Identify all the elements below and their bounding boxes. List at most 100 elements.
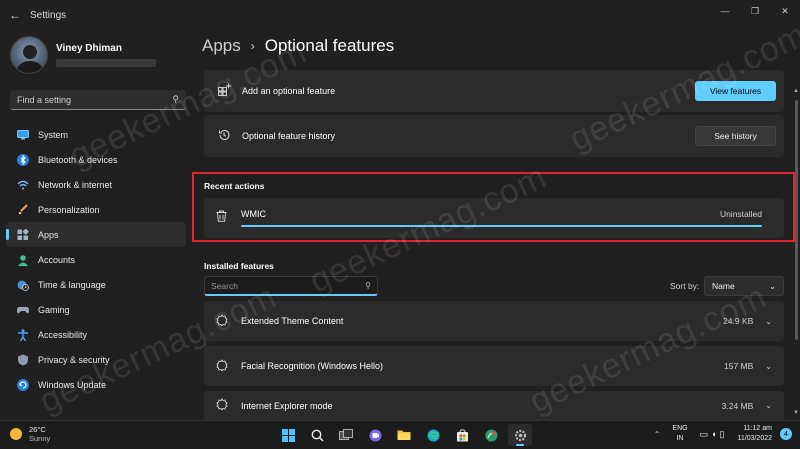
puzzle-gear-icon <box>216 398 232 413</box>
sort-by-dropdown[interactable]: Name ⌄ <box>704 276 784 296</box>
sidebar-item-personalization[interactable]: Personalization <box>6 197 186 222</box>
add-apps-icon <box>216 83 232 99</box>
sidebar-item-network[interactable]: Network & internet <box>6 172 186 197</box>
sidebar-item-apps[interactable]: Apps <box>6 222 186 247</box>
recent-action-name: WMIC <box>241 209 266 219</box>
add-optional-feature-label: Add an optional feature <box>242 86 336 96</box>
weather-widget[interactable]: 26°C Sunny <box>10 425 50 443</box>
task-view-icon[interactable] <box>334 424 358 446</box>
breadcrumb-parent[interactable]: Apps <box>202 36 241 56</box>
shield-icon <box>16 353 30 367</box>
page-title: Optional features <box>264 36 395 55</box>
sidebar-item-time-language[interactable]: Time & language <box>6 272 186 297</box>
installed-feature-row[interactable]: Facial Recognition (Windows Hello) 157 M… <box>204 346 784 386</box>
settings-search-box[interactable]: ⚲ <box>10 90 186 110</box>
maximize-icon[interactable]: ❐ <box>740 0 770 22</box>
sidebar-item-gaming[interactable]: Gaming <box>6 297 186 322</box>
progress-bar-fill <box>241 225 762 227</box>
search-icon[interactable]: ⚲ <box>172 94 179 105</box>
feature-name: Extended Theme Content <box>241 316 344 326</box>
system-tray: ⌃ ENG IN ▭◖▯ 11:12 am 11/03/2022 4 <box>654 424 792 444</box>
file-explorer-icon[interactable] <box>392 424 416 446</box>
teams-chat-icon[interactable] <box>363 424 387 446</box>
windows-start-icon[interactable] <box>276 424 300 446</box>
microsoft-store-icon[interactable] <box>450 424 474 446</box>
sidebar-item-system[interactable]: System <box>6 122 186 147</box>
sidebar-item-privacy-security[interactable]: Privacy & security <box>6 347 186 372</box>
sidebar-item-accounts[interactable]: Accounts <box>6 247 186 272</box>
window-controls: — ❐ ✕ <box>710 0 800 22</box>
optional-feature-history-card: Optional feature history See history <box>204 115 784 157</box>
sidebar-item-windows-update[interactable]: Windows Update <box>6 372 186 397</box>
monitor-icon <box>16 128 30 142</box>
chevron-down-icon[interactable]: ⌄ <box>765 317 772 326</box>
sun-icon <box>10 428 22 440</box>
feature-name: Internet Explorer mode <box>241 400 333 411</box>
notification-badge[interactable]: 4 <box>780 428 792 440</box>
breadcrumb: Apps › Optional features <box>202 36 394 56</box>
sidebar-nav: System Bluetooth & devices Network & int… <box>6 122 186 397</box>
language-indicator[interactable]: ENG IN <box>672 424 687 444</box>
settings-gear-icon[interactable] <box>508 424 532 446</box>
installed-feature-row[interactable]: Internet Explorer mode 3.24 MB ⌄ <box>204 391 784 420</box>
title-bar: ← Settings — ❐ ✕ <box>0 0 800 30</box>
sidebar-item-accessibility[interactable]: Accessibility <box>6 322 186 347</box>
profile-email-redacted <box>56 59 156 67</box>
edge-browser-icon[interactable] <box>421 424 445 446</box>
maps-icon[interactable] <box>479 424 503 446</box>
taskbar-apps <box>276 424 537 446</box>
taskbar: 26°C Sunny ⌃ ENG IN ▭◖▯ 11:12 am 11/03/2… <box>0 420 800 449</box>
user-profile[interactable]: Viney Dhiman <box>10 36 156 74</box>
scrollbar[interactable] <box>795 100 798 340</box>
sidebar-item-label: Personalization <box>38 204 100 215</box>
wifi-icon <box>16 178 30 192</box>
person-icon <box>16 253 30 267</box>
weather-description: Sunny <box>29 434 51 443</box>
installed-features-search-box[interactable]: ⚲ <box>204 276 378 296</box>
sidebar-item-label: Apps <box>38 229 59 240</box>
sort-by-label: Sort by: <box>670 281 700 291</box>
taskbar-search-icon[interactable] <box>305 424 329 446</box>
add-optional-feature-card: Add an optional feature View features <box>204 70 784 112</box>
chevron-up-icon[interactable]: ⌃ <box>654 430 661 439</box>
progress-bar <box>241 225 762 227</box>
minimize-icon[interactable]: — <box>710 0 740 22</box>
scroll-up-arrow-icon[interactable]: ▲ <box>793 88 799 94</box>
sort-by-value: Name <box>712 281 735 291</box>
installed-feature-row[interactable]: Extended Theme Content 24.9 KB ⌄ <box>204 301 784 341</box>
see-history-button[interactable]: See history <box>695 126 776 146</box>
search-icon: ⚲ <box>365 281 371 290</box>
bluetooth-icon <box>16 153 30 167</box>
sidebar-item-bluetooth[interactable]: Bluetooth & devices <box>6 147 186 172</box>
recent-action-status: Uninstalled <box>719 209 762 219</box>
recent-action-row: WMIC Uninstalled <box>204 198 784 238</box>
chevron-down-icon[interactable]: ⌄ <box>765 362 772 371</box>
close-icon[interactable]: ✕ <box>770 0 800 22</box>
installed-features-search-input[interactable] <box>211 280 351 291</box>
update-icon <box>16 378 30 392</box>
chevron-right-icon: › <box>250 39 255 53</box>
weather-temperature: 26°C <box>29 425 46 434</box>
language-code: ENG <box>672 425 688 432</box>
clock[interactable]: 11:12 am 11/03/2022 <box>737 424 772 444</box>
back-arrow-icon[interactable]: ← <box>0 8 30 22</box>
puzzle-gear-icon <box>216 313 232 329</box>
profile-name: Viney Dhiman <box>56 43 122 54</box>
view-features-button[interactable]: View features <box>695 81 776 101</box>
settings-search-input[interactable] <box>17 94 157 105</box>
scroll-down-arrow-icon[interactable]: ▼ <box>793 410 799 416</box>
gamepad-icon <box>16 303 30 317</box>
sidebar-item-label: System <box>38 129 69 140</box>
globe-clock-icon <box>16 278 30 292</box>
feature-size: 3.24 MB <box>721 400 754 411</box>
sidebar-item-label: Bluetooth & devices <box>38 154 118 165</box>
clock-date: 11/03/2022 <box>737 435 772 442</box>
network-volume-battery-icons[interactable]: ▭◖▯ <box>700 429 728 440</box>
sidebar: Viney Dhiman ⚲ System Bluetooth & device… <box>0 30 192 420</box>
feature-size: 157 MB <box>724 361 754 371</box>
sidebar-item-label: Accounts <box>38 254 76 265</box>
chevron-down-icon[interactable]: ⌄ <box>765 401 772 410</box>
clock-time: 11:12 am <box>743 425 772 432</box>
sidebar-item-label: Gaming <box>38 304 70 315</box>
sidebar-item-label: Windows Update <box>38 379 107 390</box>
